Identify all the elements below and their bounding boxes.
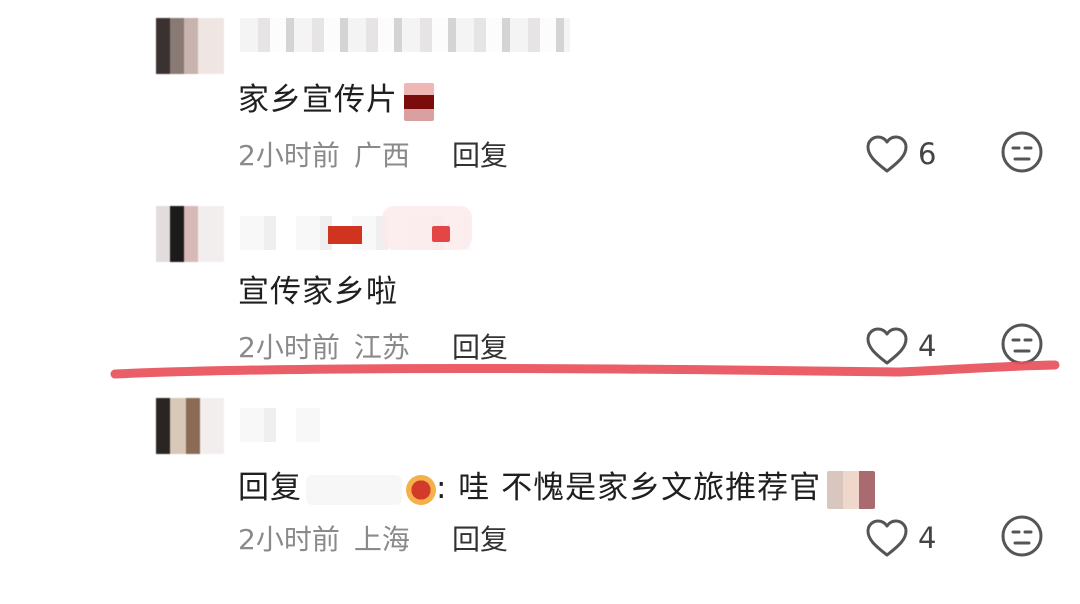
like-button[interactable]: 4 [864,518,936,558]
reply-button[interactable]: 回复 [452,134,508,174]
comment-meta: 2小时前 江苏 [238,326,410,366]
username-pixelated[interactable] [240,18,570,52]
neutral-face-icon[interactable] [1000,514,1044,558]
comment-meta: 2小时前 广西 [238,134,410,174]
emoji-icon [827,470,876,509]
reply-target-pixelated[interactable] [306,474,402,505]
like-count: 4 [918,329,937,363]
comment-text-content: : 哇 不愧是家乡文旅推荐官 [436,470,822,506]
noodle-emoji-icon [406,474,436,505]
comment-text-content: 家乡宣传片 [238,82,398,118]
reply-button[interactable]: 回复 [452,326,508,366]
location: 江苏 [353,331,410,364]
like-button[interactable]: 6 [864,134,936,174]
comment-text: 回复 : 哇 不愧是家乡文旅推荐官 [238,462,876,509]
location: 广西 [353,139,410,172]
like-count: 4 [918,521,937,555]
timestamp: 2小时前 [238,139,340,172]
neutral-face-icon[interactable] [1000,322,1044,366]
reply-prefix: 回复 [238,470,302,506]
like-button[interactable]: 4 [864,326,936,366]
comment-text-content: 宣传家乡啦 [238,274,398,310]
heart-outline-icon [866,135,908,173]
username-pixel-accent [328,226,362,244]
location: 上海 [353,523,410,556]
heart-outline-icon [866,519,908,557]
avatar[interactable] [156,206,224,262]
neutral-face-icon[interactable] [1000,130,1044,174]
reply-button[interactable]: 回复 [452,518,508,558]
heart-outline-icon [866,327,908,365]
like-count: 6 [918,137,937,171]
timestamp: 2小时前 [238,331,340,364]
username-pixel-accent [432,226,450,242]
comment-text: 家乡宣传片 [238,74,434,121]
avatar[interactable] [156,398,224,454]
username-pixel-blob [382,206,472,250]
avatar[interactable] [156,18,224,74]
comment-text: 宣传家乡啦 [238,266,398,311]
annotation-underline [110,360,1060,379]
emoji-icon [404,82,434,121]
comment-meta: 2小时前 上海 [238,518,410,558]
timestamp: 2小时前 [238,523,340,556]
username-pixelated[interactable] [240,408,320,442]
